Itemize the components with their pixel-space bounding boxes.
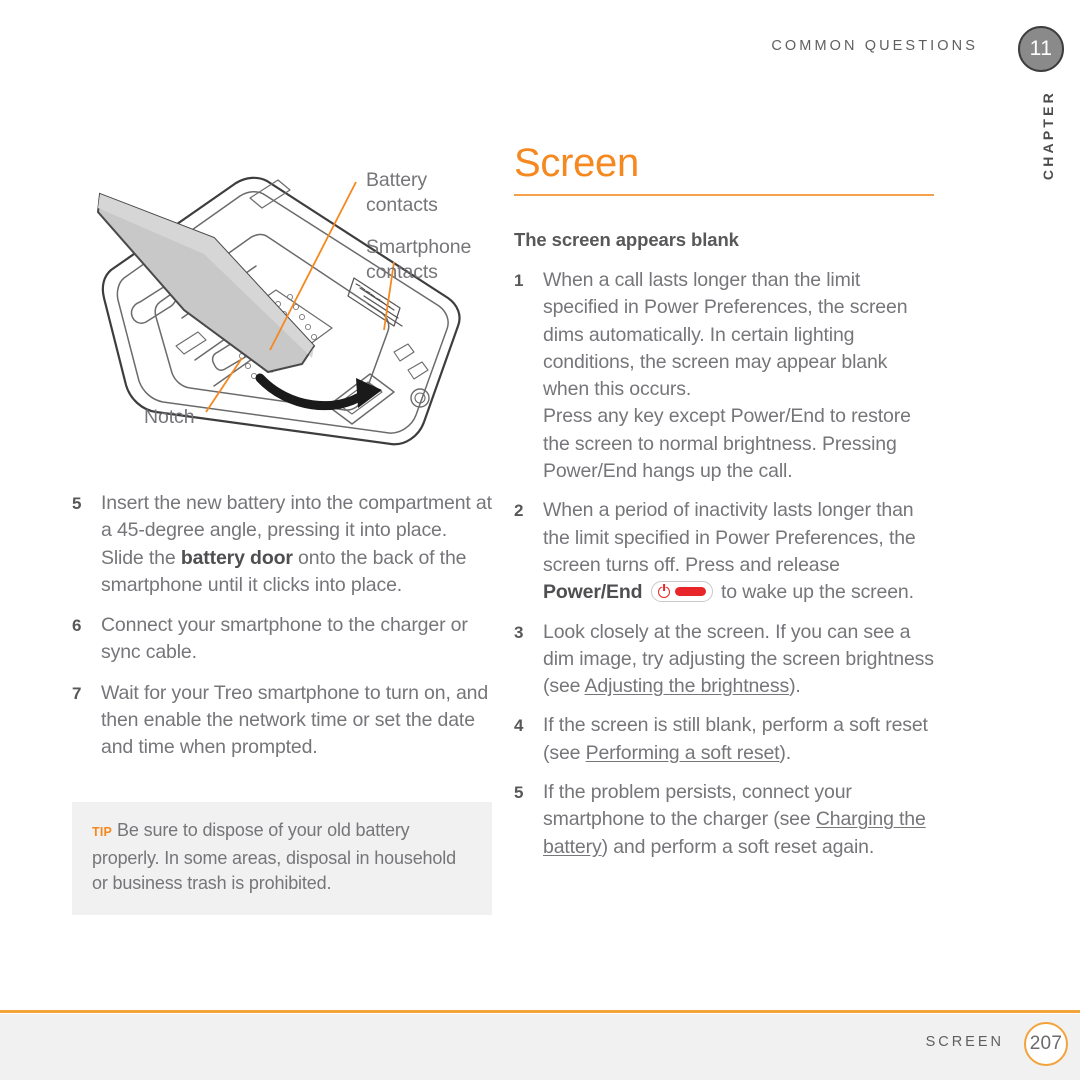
list-item-text: If the screen is still blank, perform a … [543, 714, 928, 764]
list-item: 1 When a call lasts longer than the limit… [514, 267, 934, 485]
list-item-number: 1 [514, 271, 524, 290]
list-item-number: 5 [514, 783, 524, 803]
list-item-number: 3 [514, 622, 524, 642]
list-item-text: When a period of inactivity lasts longer… [543, 499, 916, 604]
cross-reference-link[interactable]: Performing a soft reset [586, 742, 780, 764]
callout-smartphone-contacts: Smartphone contacts [366, 236, 472, 283]
screen-troubleshooting-steps-list: 1 When a call lasts longer than the limit… [514, 267, 934, 861]
list-item-number: 5 [72, 494, 82, 513]
list-item: 4 If the screen is still blank, perform a… [514, 712, 934, 767]
page-title: Screen [514, 141, 639, 185]
cross-reference-link[interactable]: Adjusting the brightness [585, 675, 790, 697]
list-item-number: 2 [514, 501, 524, 521]
list-item: 2 When a period of inactivity lasts longe… [514, 497, 934, 606]
list-item: 7 Wait for your Treo smartphone to turn o… [72, 680, 492, 762]
footer-band [0, 1014, 1080, 1080]
list-item-number: 4 [514, 716, 524, 736]
list-item-text: Insert the new battery into the compartm… [101, 492, 492, 596]
battery-installation-illustration: Battery contacts Smartphone contacts Not… [64, 150, 504, 490]
list-item: 6 Connect your smartphone to the charger … [72, 612, 492, 667]
chapter-vertical-label: CHAPTER [1040, 90, 1056, 181]
tip-body: Be sure to dispose of your old battery p… [92, 820, 456, 893]
emphasis-text: Power/End [543, 581, 643, 604]
list-item: 5 Insert the new battery into the compart… [72, 490, 492, 599]
list-item-number: 6 [72, 616, 82, 636]
power-end-key-icon [650, 581, 713, 603]
list-item-text: If the problem persists, connect your sm… [543, 781, 926, 858]
footer-rule [0, 1010, 1080, 1013]
tip-label: TIP [92, 825, 113, 839]
page-number-badge: 207 [1024, 1022, 1068, 1066]
list-item-text: Connect your smartphone to the charger o… [101, 614, 468, 664]
page-footer: SCREEN 207 [0, 1010, 1080, 1080]
emphasis-text: battery door [180, 546, 293, 569]
list-item-number: 7 [72, 683, 82, 703]
section-subheading: The screen appears blank [514, 229, 739, 250]
header-kicker: COMMON QUESTIONS [771, 38, 978, 54]
left-column: 5 Insert the new battery into the compart… [72, 490, 492, 775]
tip-text: TIP Be sure to dispose of your old batter… [92, 818, 472, 897]
title-rule [514, 194, 934, 196]
battery-steps-list: 5 Insert the new battery into the compart… [72, 490, 492, 762]
list-item: 3 Look closely at the screen. If you can … [514, 619, 934, 701]
callout-battery-contacts: Battery contacts [366, 169, 438, 216]
page-header: COMMON QUESTIONS 11 CHAPTER [0, 0, 1080, 180]
insertion-arrow-icon [255, 373, 382, 411]
callout-notch: Notch [144, 406, 195, 428]
list-item-text: Look closely at the screen. If you can s… [543, 620, 934, 698]
right-column: Screen The screen appears blank 1 When a … [514, 142, 934, 873]
list-item: 5 If the problem persists, connect your s… [514, 779, 934, 861]
key-bar [674, 587, 706, 597]
list-item-text: Wait for your Treo smartphone to turn on… [101, 681, 489, 759]
footer-section-label: SCREEN [925, 1034, 1004, 1050]
cross-reference-link[interactable]: Charging the battery [543, 808, 926, 857]
list-item-text: When a call lasts longer than the limit … [543, 269, 911, 483]
tip-callout-box: TIP Be sure to dispose of your old batter… [72, 802, 492, 915]
chapter-number-badge: 11 [1018, 26, 1064, 72]
power-symbol-icon [657, 585, 670, 598]
